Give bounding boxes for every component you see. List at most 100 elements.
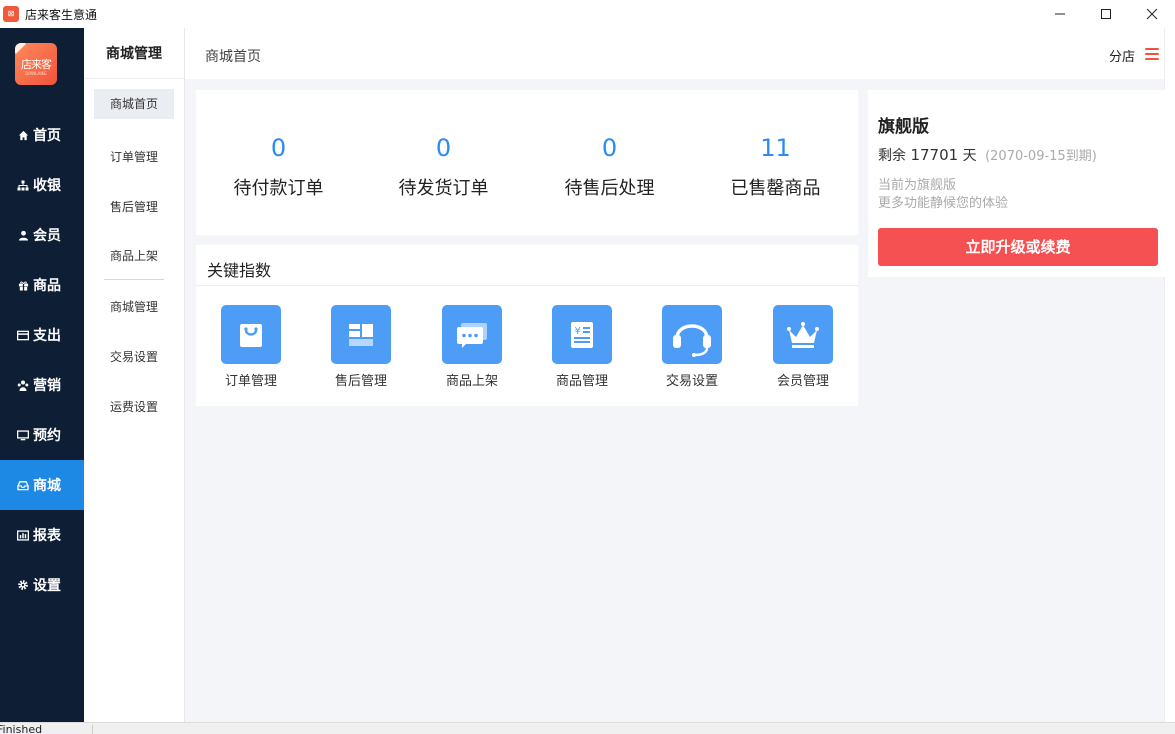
nav-item-cashier[interactable]: 收银	[0, 160, 84, 210]
logo-text: 店来客	[21, 58, 52, 71]
hamburger-menu-icon[interactable]	[1145, 48, 1159, 60]
nav-label: 设置	[33, 578, 61, 594]
stat-label: 待付款订单	[233, 178, 324, 199]
mall-icon	[17, 479, 29, 491]
nav-label: 支出	[33, 328, 61, 344]
window-controls	[1037, 0, 1175, 28]
headset-icon	[662, 305, 722, 364]
close-button[interactable]	[1129, 0, 1175, 28]
stat-value: 0	[270, 134, 287, 162]
tile-label: 交易设置	[665, 374, 718, 389]
stat-value: 0	[435, 134, 452, 162]
breadcrumb: 商城首页	[205, 49, 261, 65]
status-text: Finished	[0, 723, 43, 734]
crown-icon	[773, 305, 833, 364]
user-icon	[17, 229, 29, 241]
app-icon: ⊠	[3, 6, 19, 22]
subnav-item-mall-manage[interactable]: 商城管理	[94, 292, 174, 322]
main-sidebar: 店来客 DIANLAIKE 首页 收银 会员 商品 支出 营销 预约 商城 报表…	[0, 28, 84, 722]
tile-label: 售后管理	[334, 374, 387, 389]
nav-label: 预约	[33, 428, 61, 444]
layout-icon	[331, 305, 391, 364]
nav-label: 商城	[33, 478, 61, 494]
nav-label: 会员	[33, 228, 61, 244]
minimize-icon	[1055, 13, 1065, 15]
days-suffix: 天	[962, 148, 977, 164]
nav-item-mall[interactable]: 商城	[0, 460, 84, 510]
nav-label: 首页	[33, 128, 61, 144]
stat-label: 待售后处理	[564, 178, 655, 199]
nav-item-booking[interactable]: 预约	[0, 410, 84, 460]
key-metrics-card: 关键指数 订单管理 售后管理 商品上架 ¥ 商品管理 交易设置 会员管理	[196, 245, 858, 406]
edition-note: 当前为旗舰版	[878, 178, 957, 193]
maximize-icon	[1101, 9, 1111, 19]
remaining-days: 剩余 17701 天 (2070-09-15到期)	[878, 145, 1097, 165]
app-logo: 店来客 DIANLAIKE	[15, 43, 57, 85]
subnav-title: 商城管理	[84, 28, 184, 79]
nav-label: 营销	[33, 378, 61, 394]
days-value: 17701	[910, 146, 959, 164]
cashier-icon	[17, 179, 29, 191]
subnav-item-mall-home[interactable]: 商城首页	[94, 89, 174, 119]
tile-member-management[interactable]: 会员管理	[763, 305, 843, 389]
nav-label: 商品	[33, 278, 61, 294]
logo-corner	[15, 43, 26, 54]
nav-label: 报表	[33, 528, 61, 544]
title-bar: ⊠ 店来客生意通	[0, 0, 1175, 28]
nav-item-settings[interactable]: 设置	[0, 560, 84, 610]
nav-item-marketing[interactable]: 营销	[0, 360, 84, 410]
tile-order-management[interactable]: 订单管理	[211, 305, 291, 389]
divider	[196, 285, 858, 286]
edition-panel: 旗舰版 剩余 17701 天 (2070-09-15到期) 当前为旗舰版 更多功…	[868, 90, 1168, 277]
status-bar: Finished	[0, 722, 1175, 734]
window-title: 店来客生意通	[25, 7, 98, 22]
days-prefix: 剩余	[878, 148, 906, 164]
tile-trade-settings[interactable]: 交易设置	[652, 305, 732, 389]
order-stats-card: 0 待付款订单 0 待发货订单 0 待售后处理 11 已售罄商品	[196, 90, 858, 235]
branch-selector[interactable]: 分店	[1109, 46, 1135, 65]
subnav-item-trade-settings[interactable]: 交易设置	[94, 342, 174, 372]
chart-icon	[17, 529, 29, 541]
maximize-button[interactable]	[1083, 0, 1129, 28]
subnav-item-shipping-settings[interactable]: 运费设置	[94, 392, 174, 422]
tile-product-listing[interactable]: 商品上架	[432, 305, 512, 389]
home-icon	[17, 129, 29, 141]
tile-label: 商品管理	[555, 374, 608, 389]
tile-after-sales[interactable]: 售后管理	[321, 305, 401, 389]
edition-title: 旗舰版	[878, 117, 929, 137]
tile-label: 订单管理	[224, 374, 277, 389]
chat-icon	[442, 305, 502, 364]
subnav-item-orders[interactable]: 订单管理	[94, 142, 174, 172]
subnav-item-after-sales[interactable]: 售后管理	[94, 192, 174, 222]
status-separator	[92, 725, 93, 734]
bag-icon	[221, 305, 281, 364]
minimize-button[interactable]	[1037, 0, 1083, 28]
sub-sidebar: 商城管理 商城首页 订单管理 售后管理 商品上架 商城管理 交易设置 运费设置	[84, 28, 185, 722]
logo-subtext: DIANLAIKE	[25, 71, 47, 76]
expiry-date: (2070-09-15到期)	[985, 149, 1097, 164]
stat-label: 已售罄商品	[730, 178, 821, 199]
stat-label: 待发货订单	[398, 178, 489, 199]
nav-item-goods[interactable]: 商品	[0, 260, 84, 310]
nav-list: 首页 收银 会员 商品 支出 营销 预约 商城 报表 设置	[0, 110, 84, 610]
tile-product-management[interactable]: ¥ 商品管理	[542, 305, 622, 389]
tile-label: 商品上架	[445, 374, 498, 389]
gear-icon	[17, 579, 29, 591]
nav-item-expense[interactable]: 支出	[0, 310, 84, 360]
monitor-icon	[17, 429, 29, 441]
nav-item-member[interactable]: 会员	[0, 210, 84, 260]
key-metrics-title: 关键指数	[207, 261, 272, 280]
nav-item-home[interactable]: 首页	[0, 110, 84, 160]
marketing-icon	[17, 379, 29, 391]
upgrade-renew-button[interactable]: 立即升级或续费	[878, 228, 1158, 266]
svg-text:¥: ¥	[575, 326, 581, 337]
stat-value: 0	[601, 134, 618, 162]
card-icon	[17, 329, 29, 341]
invoice-icon: ¥	[552, 305, 612, 364]
stat-value: 11	[760, 134, 791, 162]
top-header: 商城首页 分店	[185, 28, 1175, 79]
edition-note-2: 更多功能静候您的体验	[878, 196, 1009, 211]
subnav-item-listing[interactable]: 商品上架	[94, 241, 174, 271]
nav-item-report[interactable]: 报表	[0, 510, 84, 560]
subnav-divider	[104, 279, 164, 280]
